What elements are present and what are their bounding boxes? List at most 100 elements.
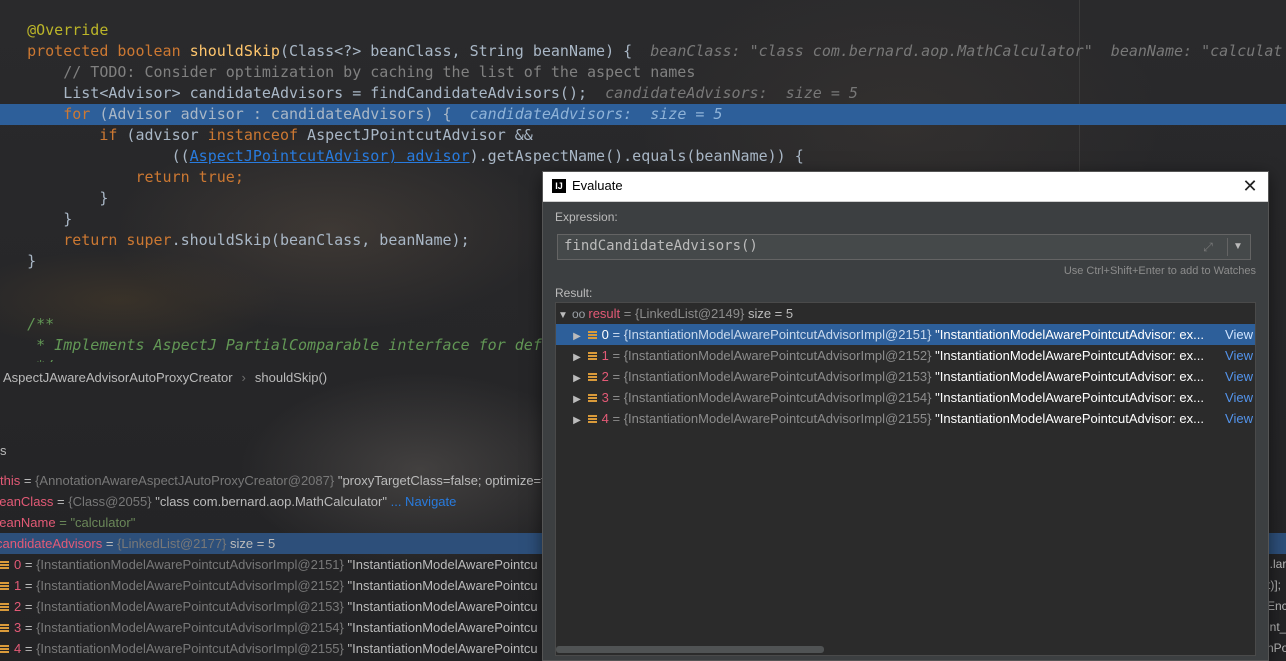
variable-ref: {LinkedList@2177} bbox=[117, 536, 227, 551]
view-link[interactable]: View bbox=[1222, 345, 1253, 366]
list-item[interactable]: ▶ 1 = {InstantiationModelAwarePointcutAd… bbox=[556, 345, 1255, 366]
annotation-override: @Override bbox=[27, 21, 109, 39]
code-line-3[interactable]: // TODO: Consider optimization by cachin… bbox=[0, 62, 1286, 83]
item-value: "InstantiationModelAwarePointcutAdvisor:… bbox=[935, 411, 1204, 426]
breadcrumb-method[interactable]: shouldSkip() bbox=[255, 370, 327, 385]
result-tree[interactable]: ▼ oo result = {LinkedList@2149} size = 5 ▶… bbox=[555, 302, 1256, 656]
breadcrumb-class[interactable]: AspectJAwareAdvisorAutoProxyCreator bbox=[3, 370, 233, 385]
code-fragment: (advisor bbox=[117, 126, 208, 144]
inline-debug-hint: beanClass: "class com.bernard.aop.MathCa… bbox=[650, 42, 1283, 60]
item-index: 1 bbox=[14, 578, 22, 593]
navigate-link[interactable]: ... Navigate bbox=[391, 494, 457, 509]
result-size: size = 5 bbox=[747, 306, 794, 321]
item-value: "InstantiationModelAwarePointcutAdvisor:… bbox=[935, 390, 1204, 405]
code-line-2[interactable]: protected boolean shouldSkip(Class<?> be… bbox=[0, 41, 1286, 62]
item-value: "InstantiationModelAwarePointcu bbox=[347, 578, 538, 593]
view-link[interactable]: View bbox=[1222, 387, 1253, 408]
field-icon bbox=[587, 331, 597, 340]
todo-comment: // TODO: Consider optimization by cachin… bbox=[27, 63, 696, 81]
keyword: instanceof bbox=[207, 126, 299, 144]
field-icon bbox=[0, 603, 9, 612]
field-icon bbox=[587, 415, 597, 424]
expression-label: Expression: bbox=[555, 210, 618, 224]
keyword: if bbox=[27, 126, 118, 144]
item-index: 0 bbox=[601, 327, 609, 342]
item-ref: = {InstantiationModelAwarePointcutAdviso… bbox=[612, 411, 932, 426]
item-index: 4 bbox=[601, 411, 609, 426]
variable-name: this bbox=[0, 473, 21, 488]
breadcrumb[interactable]: AspectJAwareAdvisorAutoProxyCreator › shou… bbox=[0, 367, 545, 389]
add-to-watches-hint: Use Ctrl+Shift+Enter to add to Watches bbox=[1063, 265, 1256, 277]
item-index: 1 bbox=[601, 348, 609, 363]
breadcrumb-separator-icon: › bbox=[241, 370, 246, 385]
dropdown-separator bbox=[1227, 238, 1228, 256]
code-line-7[interactable]: ((AspectJPointcutAdvisor) advisor).getAs… bbox=[0, 146, 1286, 167]
collapsed-arrow-icon[interactable]: ▶ bbox=[570, 410, 584, 431]
horizontal-scrollbar[interactable] bbox=[556, 646, 824, 653]
intellij-app-icon: IJ bbox=[552, 179, 566, 193]
item-index: 3 bbox=[601, 390, 609, 405]
collapsed-arrow-icon[interactable]: ▶ bbox=[570, 326, 584, 347]
item-index: 2 bbox=[14, 599, 22, 614]
view-link[interactable]: View bbox=[1222, 408, 1253, 429]
item-index: 0 bbox=[14, 557, 22, 572]
collapsed-arrow-icon[interactable]: ▶ bbox=[570, 368, 584, 389]
code-statement: List<Advisor> candidateAdvisors = findCa… bbox=[27, 84, 606, 102]
code-fragment: } bbox=[27, 189, 109, 207]
code-line-6[interactable]: if (advisor instanceof AspectJPointcutAd… bbox=[0, 125, 1286, 146]
code-line-5-current-execution[interactable]: for (Advisor advisor : candidateAdvisors… bbox=[0, 104, 1286, 125]
item-ref: {InstantiationModelAwarePointcutAdvisorI… bbox=[36, 620, 344, 635]
result-root-row[interactable]: ▼ oo result = {LinkedList@2149} size = 5 bbox=[556, 303, 1255, 324]
result-ref: = {LinkedList@2149} bbox=[623, 306, 745, 321]
code-statement: (Advisor advisor : candidateAdvisors) { bbox=[90, 105, 470, 123]
variable-value: "proxyTargetClass=false; optimize=f bbox=[337, 473, 545, 488]
item-ref: {InstantiationModelAwarePointcutAdvisorI… bbox=[36, 578, 344, 593]
expanded-arrow-icon[interactable]: ▼ bbox=[556, 305, 570, 326]
item-value: "InstantiationModelAwarePointcutAdvisor:… bbox=[935, 348, 1204, 363]
method-name: shouldSkip bbox=[189, 42, 280, 60]
result-name: result bbox=[588, 306, 621, 321]
variable-name: beanClass bbox=[0, 494, 54, 509]
evaluate-dialog[interactable]: IJ Evaluate ✕ Expression: findCandidateA… bbox=[542, 171, 1269, 661]
item-ref: {InstantiationModelAwarePointcutAdvisorI… bbox=[36, 557, 344, 572]
keyword: return super bbox=[27, 231, 172, 249]
list-item[interactable]: ▶ 0 = {InstantiationModelAwarePointcutAd… bbox=[556, 324, 1255, 345]
dialog-title-bar[interactable]: IJ Evaluate ✕ bbox=[543, 172, 1268, 202]
close-icon[interactable]: ✕ bbox=[1240, 175, 1260, 197]
javadoc: /** bbox=[27, 315, 55, 333]
list-item[interactable]: ▶ 2 = {InstantiationModelAwarePointcutAd… bbox=[556, 366, 1255, 387]
value-tail: nPo bbox=[1267, 641, 1286, 655]
list-item[interactable]: ▶ 4 = {InstantiationModelAwarePointcutAd… bbox=[556, 408, 1255, 429]
value-tail: Enc bbox=[1267, 599, 1286, 613]
code-fragment: } bbox=[27, 252, 37, 270]
result-label: Result: bbox=[555, 286, 593, 300]
variable-value: "class com.bernard.aop.MathCalculator" bbox=[155, 494, 387, 509]
field-icon bbox=[0, 582, 9, 591]
variable-name: candidateAdvisors bbox=[0, 536, 103, 551]
collapsed-arrow-icon[interactable]: ▶ bbox=[570, 389, 584, 410]
item-index: 2 bbox=[601, 369, 609, 384]
javadoc: */ bbox=[27, 357, 54, 362]
value-tail: int_ bbox=[1267, 620, 1286, 634]
keyword: for bbox=[27, 105, 91, 123]
expand-icon[interactable]: ⤢ bbox=[1200, 239, 1216, 255]
cast-link[interactable]: AspectJPointcutAdvisor) advisor bbox=[190, 147, 470, 165]
expression-value[interactable]: findCandidateAdvisors() bbox=[564, 238, 758, 254]
item-ref: {InstantiationModelAwarePointcutAdvisorI… bbox=[36, 641, 344, 656]
expression-input[interactable]: findCandidateAdvisors() ⤢ ▼ bbox=[557, 234, 1251, 260]
field-icon bbox=[0, 645, 9, 654]
view-link[interactable]: View bbox=[1222, 366, 1253, 387]
inline-debug-hint: candidateAdvisors: size = 5 bbox=[469, 105, 723, 123]
code-line-4[interactable]: List<Advisor> candidateAdvisors = findCa… bbox=[0, 83, 1286, 104]
field-icon bbox=[587, 373, 597, 382]
javadoc: * Implements AspectJ PartialComparable i… bbox=[27, 336, 542, 354]
code-line-1[interactable]: @Override bbox=[0, 20, 1286, 41]
item-value: "InstantiationModelAwarePointcutAdvisor:… bbox=[935, 327, 1204, 342]
chevron-down-icon[interactable]: ▼ bbox=[1231, 240, 1245, 254]
field-icon bbox=[0, 561, 9, 570]
view-link[interactable]: View bbox=[1222, 324, 1253, 345]
collapsed-arrow-icon[interactable]: ▶ bbox=[570, 347, 584, 368]
list-item[interactable]: ▶ 3 = {InstantiationModelAwarePointcutAd… bbox=[556, 387, 1255, 408]
item-ref: = {InstantiationModelAwarePointcutAdviso… bbox=[612, 327, 932, 342]
method-params: (Class<?> beanClass, String beanName) { bbox=[279, 42, 651, 60]
